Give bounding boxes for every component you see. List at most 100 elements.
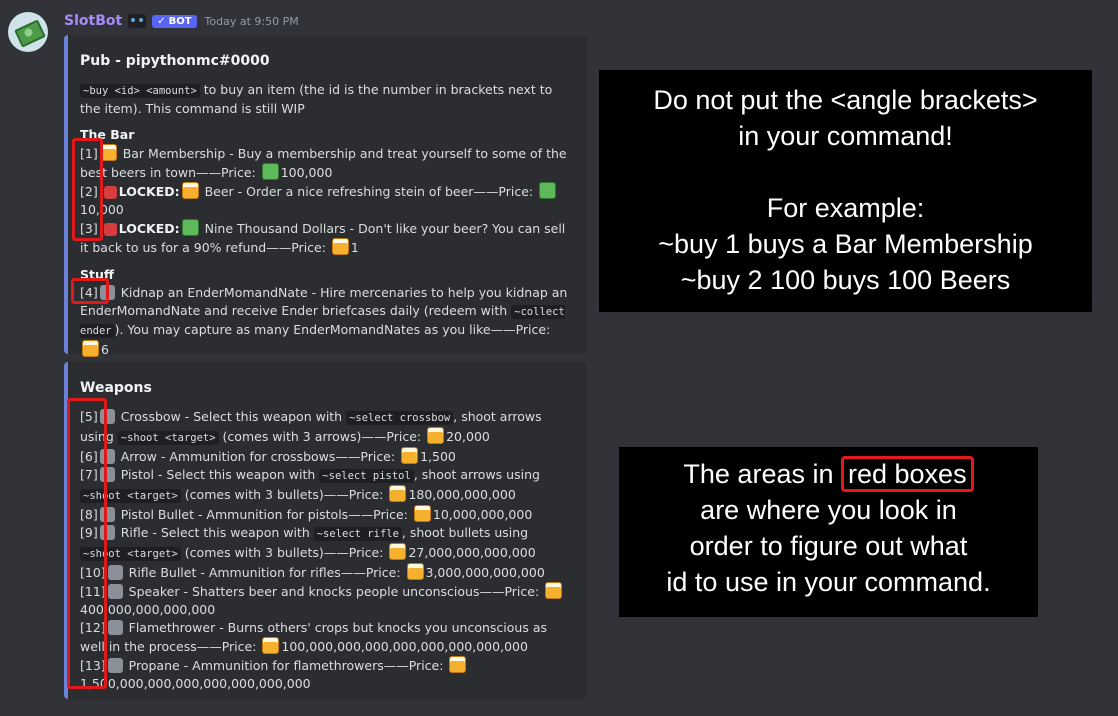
weapon-item: [11] Speaker - Shatters beer and knocks …	[80, 582, 573, 619]
item-text: (comes with 3 bullets)——Price:	[180, 487, 388, 502]
cat-badge-icon	[128, 14, 147, 28]
item-text: Pistol - Select this weapon with	[116, 467, 320, 482]
item-price: 1,500,000,000,000,000,000,000,000	[80, 676, 311, 691]
message-header: SlotBot ✓ BOT Today at 9:50 PM	[64, 12, 299, 30]
cash-emoji-icon	[181, 219, 199, 236]
locked-label: LOCKED:	[118, 221, 180, 236]
weapon-item: [9] Rifle - Select this weapon with ~sel…	[80, 524, 573, 563]
item-text: , shoot bullets using	[401, 525, 529, 540]
gen-emoji-icon	[107, 620, 123, 635]
shop-item: [3] LOCKED: Nine Thousand Dollars - Don'…	[80, 219, 573, 257]
beer-emoji-icon	[545, 582, 563, 599]
cash-emoji-icon	[539, 182, 557, 199]
item-code: ~select rifle	[313, 527, 402, 541]
embed-title-weapons: Weapons	[80, 380, 152, 396]
beer-emoji-icon	[449, 656, 467, 673]
section-heading: Stuff	[80, 267, 115, 282]
item-text: (comes with 3 bullets)——Price:	[180, 545, 388, 560]
bot-avatar[interactable]	[8, 12, 48, 52]
note-panel-red-boxes: The areas in red boxes are where you loo…	[619, 447, 1038, 617]
weapon-item: [13] Propane - Ammunition for flamethrow…	[80, 656, 573, 693]
lock-emoji-icon	[103, 223, 117, 236]
weapon-item: [7] Pistol - Select this weapon with ~se…	[80, 466, 573, 505]
item-price: 6	[101, 342, 109, 357]
bot-tag-label: BOT	[168, 15, 192, 27]
shop-item: [2] LOCKED: Beer - Order a nice refreshi…	[80, 182, 573, 219]
item-text: Rifle Bullet - Ammunition for rifles——Pr…	[124, 565, 405, 580]
item-price: 1,500	[420, 449, 456, 464]
red-box-stuff-id	[71, 278, 109, 304]
embed-description: ~buy <id> <amount> to buy an item (the i…	[80, 81, 573, 118]
shop-item: [4] Kidnap an EnderMomandNate - Hire mer…	[80, 284, 573, 359]
note-panel-angle-brackets: Do not put the <angle brackets> in your c…	[599, 70, 1092, 312]
note1-line: For example:	[766, 193, 925, 223]
item-price: 20,000	[446, 429, 490, 444]
gen-emoji-icon	[107, 658, 123, 673]
red-box-weapon-ids	[67, 398, 107, 689]
beer-emoji-icon	[389, 543, 407, 560]
item-price: 100,000	[280, 165, 333, 180]
note2-line-1: The areas in red boxes	[619, 456, 1038, 492]
beer-emoji-icon	[427, 427, 445, 444]
item-text: , shoot arrows using	[413, 467, 540, 482]
item-text: (comes with 3 arrows)——Price:	[218, 429, 426, 444]
red-boxes-highlight: red boxes	[841, 456, 974, 492]
username[interactable]: SlotBot	[64, 13, 122, 29]
note2-line: are where you look in	[700, 495, 957, 525]
shop-sections: The Bar [1] Bar Membership - Buy a member…	[80, 126, 573, 359]
note2-line: id to use in your command.	[666, 567, 991, 597]
weapon-list: [5] Crossbow - Select this weapon with ~…	[80, 408, 573, 693]
cash-emoji-icon	[261, 163, 279, 180]
money-icon	[14, 19, 46, 48]
item-code: ~select crossbow	[346, 411, 454, 425]
item-text: Speaker - Shatters beer and knocks peopl…	[124, 584, 544, 599]
beer-emoji-icon	[389, 485, 407, 502]
item-text: Rifle - Select this weapon with	[116, 525, 314, 540]
beer-emoji-icon	[181, 182, 199, 199]
note1-line: ~buy 1 buys a Bar Membership	[658, 229, 1033, 259]
embed-weapons: Weapons [5] Crossbow - Select this weapo…	[64, 362, 587, 699]
embed-title: Pub - pipythonmc#0000	[80, 53, 270, 69]
bot-tag: ✓ BOT	[152, 14, 197, 28]
checkmark-icon: ✓	[157, 15, 166, 27]
note1-line	[599, 154, 1092, 190]
item-text: Propane - Ammunition for flamethrowers——…	[124, 658, 448, 673]
note1-line: in your command!	[738, 121, 953, 151]
gen-emoji-icon	[107, 565, 123, 580]
beer-emoji-icon	[331, 238, 349, 255]
item-price: 10,000,000,000	[432, 507, 533, 522]
item-code: ~select pistol	[319, 469, 414, 483]
weapon-item: [12] Flamethrower - Burns others' crops …	[80, 619, 573, 656]
note2-line: order to figure out what	[689, 531, 968, 561]
item-text: ). You may capture as many EnderMomandNa…	[114, 322, 551, 337]
item-price: 1	[350, 240, 359, 255]
item-text: Crossbow - Select this weapon with	[116, 409, 347, 424]
gen-emoji-icon	[107, 584, 123, 599]
beer-emoji-icon	[401, 447, 419, 464]
note1-line: Do not put the <angle brackets>	[653, 85, 1038, 115]
item-text: Beer - Order a nice refreshing stein of …	[200, 184, 538, 199]
item-price: 100,000,000,000,000,000,000,000,000	[281, 639, 528, 654]
weapon-item: [6] Arrow - Ammunition for crossbows——Pr…	[80, 447, 573, 466]
item-price: 3,000,000,000,000	[425, 565, 545, 580]
weapon-item: [8] Pistol Bullet - Ammunition for pisto…	[80, 505, 573, 524]
note2-text: The areas in	[683, 459, 841, 489]
shop-item: [1] Bar Membership - Buy a membership an…	[80, 144, 573, 182]
item-text: Kidnap an EnderMomandNate - Hire mercena…	[80, 285, 568, 318]
item-text: Pistol Bullet - Ammunition for pistols——…	[116, 507, 412, 522]
embed-pub: Pub - pipythonmc#0000 ~buy <id> <amount>…	[64, 35, 587, 357]
timestamp[interactable]: Today at 9:50 PM	[205, 15, 299, 28]
weapon-item: [5] Crossbow - Select this weapon with ~…	[80, 408, 573, 447]
weapon-item: [10] Rifle Bullet - Ammunition for rifle…	[80, 563, 573, 582]
beer-emoji-icon	[262, 637, 280, 654]
locked-label: LOCKED:	[118, 184, 180, 199]
beer-emoji-icon	[82, 340, 99, 357]
beer-emoji-icon	[406, 563, 424, 580]
beer-emoji-icon	[413, 505, 431, 522]
usage-code: ~buy <id> <amount>	[80, 84, 200, 98]
note1-line: ~buy 2 100 buys 100 Beers	[680, 265, 1011, 295]
item-text: Arrow - Ammunition for crossbows——Price:	[116, 449, 400, 464]
item-code: ~shoot <target>	[117, 431, 219, 445]
item-price: 27,000,000,000,000	[408, 545, 536, 560]
item-price: 180,000,000,000	[408, 487, 516, 502]
